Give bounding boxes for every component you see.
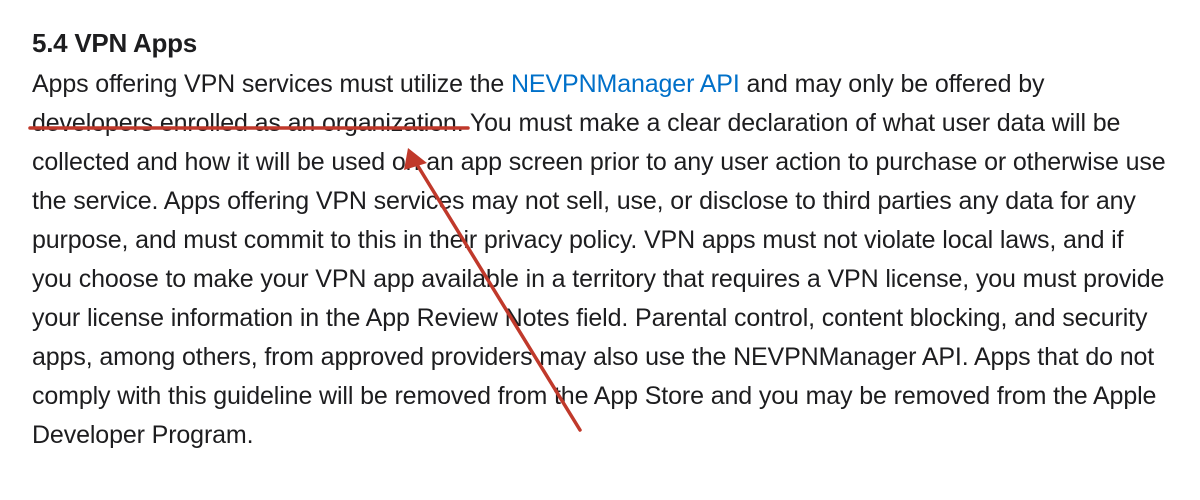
- nevpnmanager-api-link[interactable]: NEVPNManager API: [511, 70, 740, 98]
- section-heading: 5.4 VPN Apps: [32, 28, 1168, 59]
- body-text-after-link: and may only be offered by developers en…: [32, 70, 1166, 449]
- section-body: Apps offering VPN services must utilize …: [32, 65, 1168, 455]
- body-text-before-link: Apps offering VPN services must utilize …: [32, 70, 511, 98]
